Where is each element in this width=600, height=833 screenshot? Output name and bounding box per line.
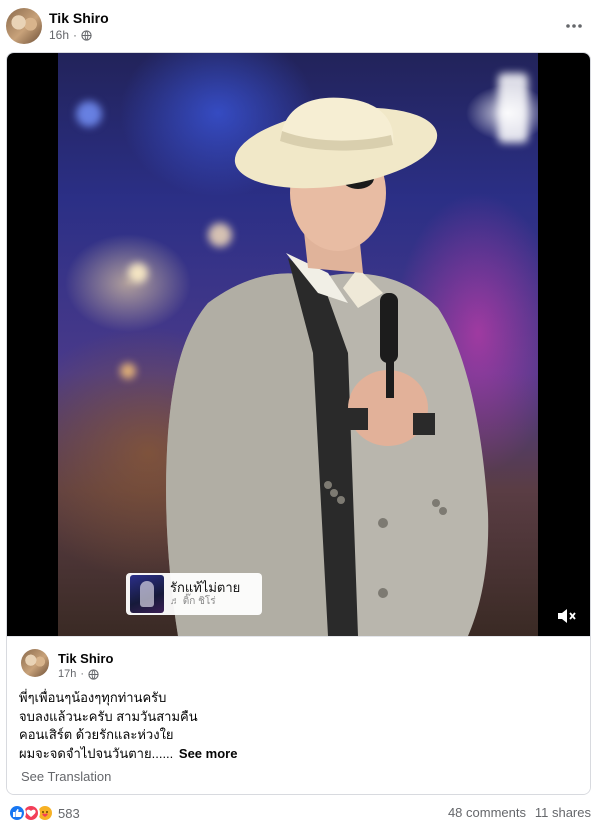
caption-line: พี่ๆเพื่อนๆน้องๆทุกท่านครับ [19,690,167,705]
reaction-count[interactable]: 583 [58,806,80,821]
song-title: รักแท้ไม่ตาย [170,580,241,595]
video-player[interactable]: รักแท้ไม่ตาย ♬ ติ๊ก ชิโร่ [7,53,590,636]
see-translation-link[interactable]: See Translation [21,769,111,784]
post-footer: 583 48 comments 11 shares [0,800,600,828]
shared-post-card[interactable]: รักแท้ไม่ตาย ♬ ติ๊ก ชิโร่ Tik Shiro 17h … [6,52,591,795]
author-avatar[interactable] [6,8,42,44]
shared-post-meta: 17h · [58,668,99,680]
post-time[interactable]: 16h [49,28,69,42]
shared-post-time[interactable]: 17h [58,668,76,680]
song-artist: ♬ ติ๊ก ชิโร่ [170,596,216,607]
reactions-summary[interactable]: 583 [8,804,80,822]
like-icon [8,804,26,822]
song-sticker[interactable]: รักแท้ไม่ตาย ♬ ติ๊ก ชิโร่ [126,573,262,615]
shares-count[interactable]: 11 shares [535,805,591,820]
globe-icon [88,668,99,680]
singer-figure [166,97,489,636]
globe-icon [81,29,92,41]
author-name[interactable]: Tik Shiro [49,10,109,26]
comments-count[interactable]: 48 comments [448,805,526,820]
volume-muted-icon[interactable] [555,605,577,627]
see-more-link[interactable]: See more [179,746,238,761]
caption-line: คอนเสิร์ต ด้วยรักและห่วงใย [19,727,174,742]
more-options-button[interactable] [560,12,588,40]
concert-photo: รักแท้ไม่ตาย ♬ ติ๊ก ชิโร่ [58,53,538,636]
caption-line: ผมจะจดจำไปจนวันตาย...... See more [19,745,579,764]
more-dots-icon [566,24,582,28]
shared-author-avatar[interactable] [21,649,49,677]
post-header: Tik Shiro 16h · [0,0,600,50]
album-cover [130,575,164,613]
caption-text: พี่ๆเพื่อนๆน้องๆทุกท่านครับ จบลงแล้วนะคร… [19,689,579,763]
shared-post-caption: Tik Shiro 17h · พี่ๆเพื่อนๆน้องๆทุกท่านค… [7,636,590,794]
caption-line: จบลงแล้วนะครับ สามวันสามคืน [19,708,198,724]
caption-line-4: ผมจะจดจำไปจนวันตาย...... [19,745,174,761]
post-meta: 16h · [49,28,92,42]
shared-author-name[interactable]: Tik Shiro [58,651,113,666]
